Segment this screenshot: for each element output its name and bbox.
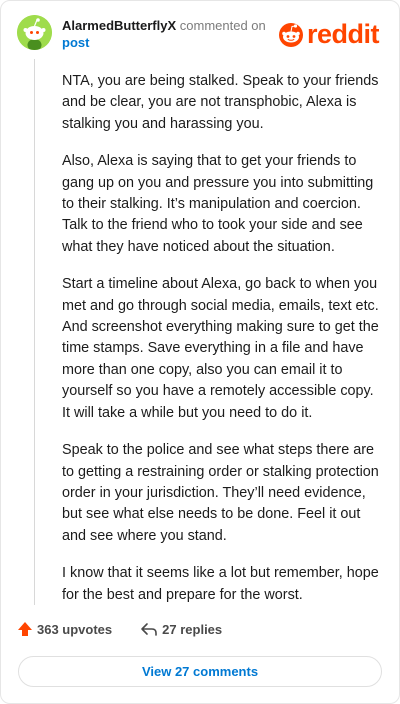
action-text: commented on xyxy=(179,18,266,33)
replies-count: 27 replies xyxy=(162,621,223,637)
comment-paragraph: Start a timeline about Alexa, go back to… xyxy=(62,276,379,421)
snoo-avatar-icon[interactable] xyxy=(17,15,52,50)
upvote-arrow-icon xyxy=(18,622,32,636)
username[interactable]: AlarmedButterflyX xyxy=(62,18,176,33)
thread-line[interactable] xyxy=(34,59,35,605)
comment-header: AlarmedButterflyX commented on post xyxy=(62,17,277,51)
comment-paragraph: NTA, you are being stalked. Speak to you… xyxy=(62,73,379,132)
comment-paragraph: Also, Alexa is saying that to get your f… xyxy=(62,153,374,255)
reddit-logo[interactable]: reddit xyxy=(278,19,380,49)
comment-paragraph: Speak to the police and see what steps t… xyxy=(62,442,379,544)
reddit-wordmark: reddit xyxy=(307,19,380,49)
replies-button[interactable]: 27 replies xyxy=(140,621,222,637)
comment-footer: 363 upvotes 27 replies xyxy=(17,621,222,637)
reply-arrow-icon xyxy=(141,623,157,636)
comment-paragraph: I know that it seems like a lot but reme… xyxy=(62,565,379,603)
post-link[interactable]: post xyxy=(62,34,277,51)
view-comments-button[interactable]: View 27 comments xyxy=(18,656,382,687)
comment-body: NTA, you are being stalked. Speak to you… xyxy=(62,71,382,622)
upvote-button[interactable]: 363 upvotes xyxy=(17,621,112,637)
upvote-count: 363 upvotes xyxy=(37,621,113,637)
reddit-snoo-logo-icon xyxy=(279,23,303,47)
comment-card: AlarmedButterflyX commented on post redd… xyxy=(0,0,400,704)
